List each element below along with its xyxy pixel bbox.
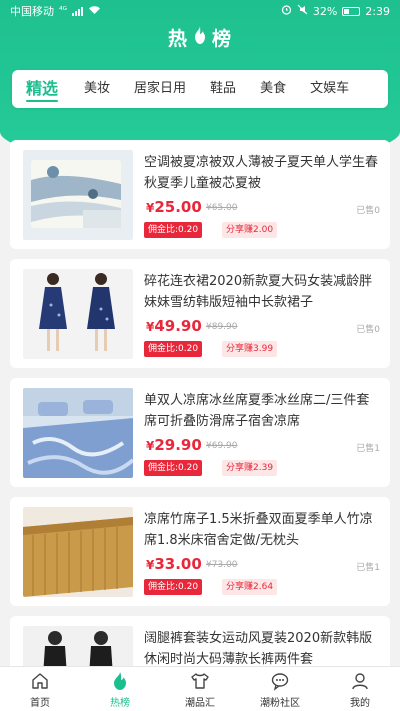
nav-home-label: 首页 xyxy=(30,697,50,709)
page-title-right: 榜 xyxy=(212,27,233,50)
tab-food[interactable]: 美食 xyxy=(248,70,298,108)
product-card[interactable]: 碎花连衣裙2020新款夏大码女装减龄胖妹妹雪纺韩版短袖中长款裙子 ¥49.90 … xyxy=(10,259,390,368)
nav-hot-list-label: 热榜 xyxy=(110,697,130,709)
price-value: 49.90 xyxy=(154,317,202,335)
commission-badge: 佣金比:0.20 xyxy=(144,460,203,476)
home-icon xyxy=(29,670,51,692)
nav-community[interactable]: 潮粉社区 xyxy=(248,670,312,709)
product-title: 碎花连衣裙2020新款夏大码女装减龄胖妹妹雪纺韩版短袖中长款裙子 xyxy=(144,274,373,310)
product-card[interactable]: 单双人凉席冰丝席夏季冰丝席二/三件套席可折叠防滑席子宿舍凉席 ¥29.90 ¥6… xyxy=(10,378,390,487)
product-image xyxy=(23,269,133,359)
product-price: ¥33.00 xyxy=(146,555,202,573)
original-price: ¥73.00 xyxy=(206,560,238,570)
nav-profile-label: 我的 xyxy=(350,697,370,709)
nav-trendy[interactable]: 潮品汇 xyxy=(168,670,232,709)
page-title: 热 榜 xyxy=(0,22,400,52)
original-price: ¥65.00 xyxy=(206,203,238,213)
profile-icon xyxy=(349,670,371,692)
commission-badge: 佣金比:0.20 xyxy=(144,341,203,357)
page-title-left: 热 xyxy=(167,27,188,50)
nav-profile[interactable]: 我的 xyxy=(328,670,392,709)
wifi-icon xyxy=(88,5,101,18)
nav-hot-list[interactable]: 热榜 xyxy=(88,670,152,709)
signal-icon xyxy=(72,6,83,16)
share-earn-button[interactable]: 分享赚3.99 xyxy=(222,341,278,357)
product-price: ¥29.90 xyxy=(146,436,202,454)
clock: 2:39 xyxy=(365,4,390,18)
product-list: 空调被夏凉被双人薄被子夏天单人学生春秋夏季儿童被芯夏被 ¥25.00 ¥65.0… xyxy=(10,140,390,711)
price-value: 33.00 xyxy=(154,555,202,573)
flame-logo-icon xyxy=(191,25,209,50)
mute-icon xyxy=(297,4,308,18)
network-label: ⁴ᴳ xyxy=(59,6,67,16)
sold-count: 已售0 xyxy=(356,206,380,216)
product-image xyxy=(23,388,133,478)
tab-beauty[interactable]: 美妆 xyxy=(72,70,122,108)
tab-entertainment[interactable]: 文娱车 xyxy=(298,70,361,108)
product-card[interactable]: 空调被夏凉被双人薄被子夏天单人学生春秋夏季儿童被芯夏被 ¥25.00 ¥65.0… xyxy=(10,140,390,249)
product-image xyxy=(23,150,133,240)
nav-trendy-label: 潮品汇 xyxy=(185,697,215,709)
original-price: ¥89.90 xyxy=(206,322,238,332)
sold-count: 已售1 xyxy=(356,444,380,454)
sold-count: 已售0 xyxy=(356,325,380,335)
alarm-icon xyxy=(281,4,292,18)
status-bar: 中国移动 ⁴ᴳ 32% 2:39 xyxy=(0,0,400,22)
product-price: ¥49.90 xyxy=(146,317,202,335)
tab-shoes[interactable]: 鞋品 xyxy=(198,70,248,108)
nav-home[interactable]: 首页 xyxy=(8,670,72,709)
nav-community-label: 潮粉社区 xyxy=(260,697,300,709)
carrier-label: 中国移动 xyxy=(10,5,54,18)
category-tabs: 精选 美妆 居家日用 鞋品 美食 文娱车 xyxy=(12,70,388,108)
product-price: ¥25.00 xyxy=(146,198,202,216)
shirt-icon xyxy=(189,670,211,692)
battery-icon xyxy=(342,6,361,16)
commission-badge: 佣金比:0.20 xyxy=(144,579,203,595)
product-title: 空调被夏凉被双人薄被子夏天单人学生春秋夏季儿童被芯夏被 xyxy=(144,155,379,191)
bottom-navigation: 首页 热榜 潮品汇 潮粉社区 我的 xyxy=(0,666,400,711)
price-value: 29.90 xyxy=(154,436,202,454)
product-title: 单双人凉席冰丝席夏季冰丝席二/三件套席可折叠防滑席子宿舍凉席 xyxy=(144,393,370,429)
product-title: 凉席竹席子1.5米折叠双面夏季单人竹凉席1.8米床宿舍定做/无枕头 xyxy=(144,512,373,548)
tab-home[interactable]: 居家日用 xyxy=(122,70,198,108)
commission-badge: 佣金比:0.20 xyxy=(144,222,203,238)
share-earn-button[interactable]: 分享赚2.00 xyxy=(222,222,278,238)
community-icon xyxy=(269,670,291,692)
flame-icon xyxy=(109,670,131,692)
share-earn-button[interactable]: 分享赚2.64 xyxy=(222,579,278,595)
sold-count: 已售1 xyxy=(356,563,380,573)
product-title: 阔腿裤套装女运动风夏装2020新款韩版休闲时尚大码薄款长裤两件套 xyxy=(144,631,373,667)
original-price: ¥69.90 xyxy=(206,441,238,451)
tab-featured[interactable]: 精选 xyxy=(12,70,72,108)
product-image xyxy=(23,507,133,597)
battery-percent: 32% xyxy=(312,4,338,18)
share-earn-button[interactable]: 分享赚2.39 xyxy=(222,460,278,476)
product-card[interactable]: 凉席竹席子1.5米折叠双面夏季单人竹凉席1.8米床宿舍定做/无枕头 ¥33.00… xyxy=(10,497,390,606)
price-value: 25.00 xyxy=(154,198,202,216)
